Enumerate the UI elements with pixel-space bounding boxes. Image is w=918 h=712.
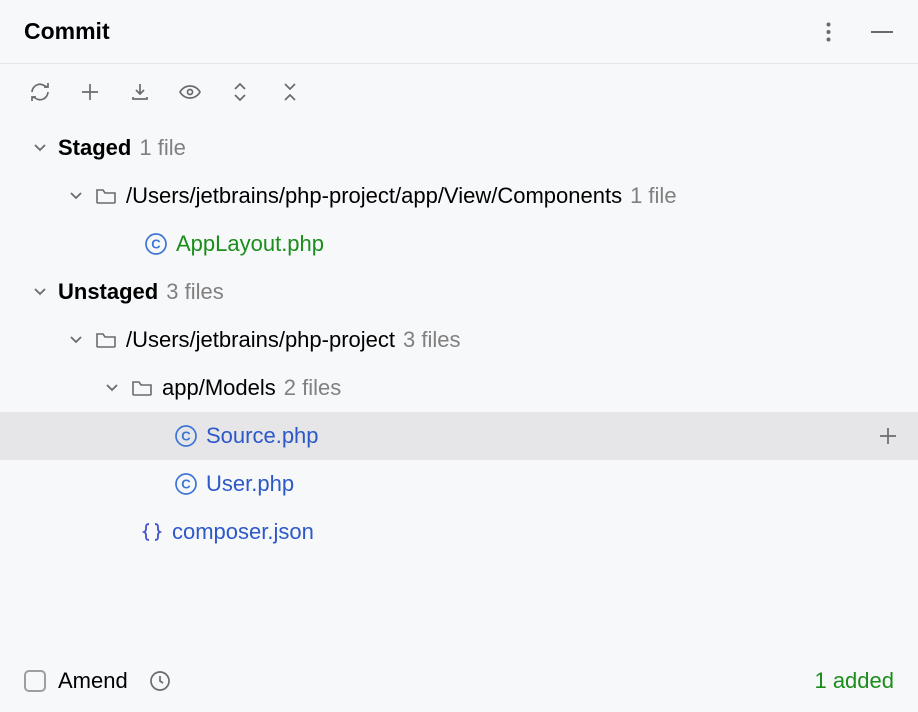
php-class-icon: C: [174, 424, 198, 448]
folder-icon: [130, 376, 154, 400]
file-row[interactable]: C AppLayout.php: [0, 220, 918, 268]
file-name: composer.json: [172, 519, 314, 545]
more-icon[interactable]: [816, 20, 840, 44]
chevron-down-icon: [30, 287, 50, 297]
php-class-icon: C: [174, 472, 198, 496]
panel-title: Commit: [24, 18, 816, 45]
svg-text:C: C: [151, 237, 161, 252]
section-unstaged[interactable]: Unstaged 3 files: [0, 268, 918, 316]
minimize-icon[interactable]: [870, 20, 894, 44]
file-name: AppLayout.php: [176, 231, 324, 257]
file-row[interactable]: C Source.php: [0, 412, 918, 460]
file-count: 1 file: [630, 183, 676, 209]
file-count: 3 files: [166, 279, 223, 305]
folder-icon: [94, 328, 118, 352]
folder-icon: [94, 184, 118, 208]
section-label: Staged: [58, 135, 131, 161]
shelve-icon[interactable]: [128, 80, 152, 104]
amend-label: Amend: [58, 668, 128, 694]
svg-text:C: C: [181, 477, 191, 492]
commit-footer: Amend 1 added: [0, 668, 918, 694]
header-actions: [816, 20, 894, 44]
expand-icon[interactable]: [228, 80, 252, 104]
toolbar: [0, 64, 918, 120]
preview-icon[interactable]: [178, 80, 202, 104]
php-class-icon: C: [144, 232, 168, 256]
directory-row[interactable]: /Users/jetbrains/php-project 3 files: [0, 316, 918, 364]
section-staged[interactable]: Staged 1 file: [0, 124, 918, 172]
json-icon: [140, 520, 164, 544]
chevron-down-icon: [30, 143, 50, 153]
directory-path: /Users/jetbrains/php-project: [126, 327, 395, 353]
file-row[interactable]: composer.json: [0, 508, 918, 556]
panel-header: Commit: [0, 0, 918, 64]
directory-path: app/Models: [162, 375, 276, 401]
add-icon[interactable]: [78, 80, 102, 104]
file-name: User.php: [206, 471, 294, 497]
section-label: Unstaged: [58, 279, 158, 305]
stage-file-icon[interactable]: [874, 422, 902, 450]
refresh-icon[interactable]: [28, 80, 52, 104]
amend-checkbox[interactable]: [24, 670, 46, 692]
collapse-icon[interactable]: [278, 80, 302, 104]
directory-path: /Users/jetbrains/php-project/app/View/Co…: [126, 183, 622, 209]
directory-row[interactable]: app/Models 2 files: [0, 364, 918, 412]
file-count: 3 files: [403, 327, 460, 353]
chevron-down-icon: [102, 383, 122, 393]
file-row[interactable]: C User.php: [0, 460, 918, 508]
changes-tree: Staged 1 file /Users/jetbrains/php-proje…: [0, 120, 918, 564]
chevron-down-icon: [66, 335, 86, 345]
svg-text:C: C: [181, 429, 191, 444]
file-count: 1 file: [139, 135, 185, 161]
directory-row[interactable]: /Users/jetbrains/php-project/app/View/Co…: [0, 172, 918, 220]
chevron-down-icon: [66, 191, 86, 201]
status-added: 1 added: [814, 668, 894, 694]
file-count: 2 files: [284, 375, 341, 401]
history-icon[interactable]: [148, 669, 172, 693]
file-name: Source.php: [206, 423, 319, 449]
